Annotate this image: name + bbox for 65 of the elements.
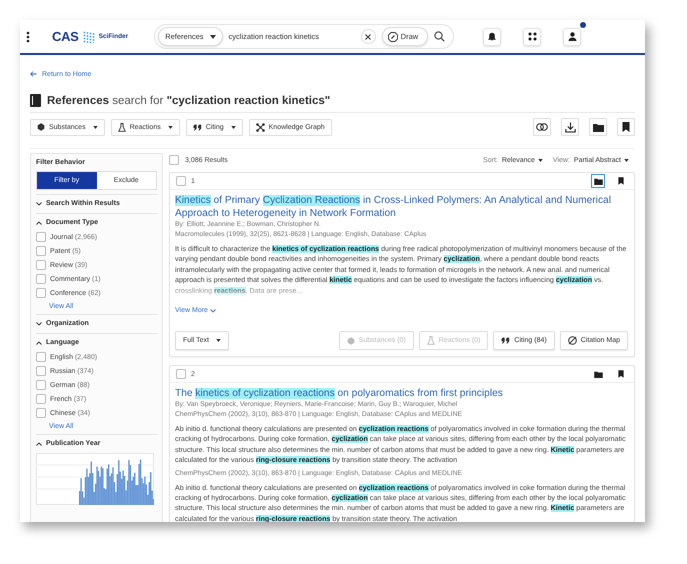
result-title-link[interactable]: Kinetics of Primary Cyclization Reactions in Cross-Linked Polymers: An Analytical and Numerical Approach to Heterogeneity in Network Formation — [175, 194, 628, 220]
chevron-icon — [36, 202, 42, 206]
download-button[interactable] — [561, 118, 579, 136]
hexagon-pencil-icon — [388, 32, 398, 42]
checkbox[interactable] — [36, 394, 46, 404]
bookmark-icon — [618, 370, 624, 378]
user-icon — [568, 32, 577, 41]
folder-button[interactable] — [591, 174, 605, 188]
book-icon — [30, 94, 41, 107]
result-checkbox[interactable] — [176, 176, 186, 186]
notification-dot-icon — [580, 22, 586, 28]
slashed-circle-icon — [568, 336, 577, 346]
hexagon-icon — [346, 336, 355, 345]
bookmark-icon — [622, 122, 630, 132]
page-title: References search for "cyclization reaction kinetics" — [47, 94, 330, 106]
logo[interactable]: CAS — [52, 29, 79, 44]
combine-button[interactable] — [533, 118, 551, 136]
chevron-icon — [210, 308, 216, 313]
arrow-left-icon — [30, 71, 37, 77]
checkbox[interactable] — [36, 408, 46, 418]
menu-icon[interactable] — [26, 30, 30, 42]
quote-icon — [501, 337, 510, 344]
clear-button[interactable] — [360, 29, 376, 44]
chevron-icon — [36, 340, 42, 344]
checkbox[interactable] — [36, 260, 46, 270]
flask-icon — [118, 122, 126, 132]
network-icon — [256, 122, 265, 132]
result-checkbox[interactable] — [176, 369, 186, 380]
bookmark-icon — [618, 177, 624, 185]
caret-icon — [624, 158, 629, 162]
caret-icon — [210, 34, 216, 38]
chevron-icon — [36, 322, 42, 326]
bookmark-button[interactable] — [617, 118, 635, 136]
apps-button[interactable] — [523, 28, 542, 46]
checkbox[interactable] — [36, 380, 46, 390]
checkbox[interactable] — [36, 246, 46, 256]
search-icon[interactable] — [434, 31, 446, 42]
caret-icon — [230, 126, 236, 128]
folder-icon — [592, 122, 604, 132]
hexagon-icon — [37, 123, 45, 131]
folder-icon — [594, 178, 602, 184]
select-all-checkbox[interactable] — [169, 155, 179, 165]
result-title-link[interactable]: The kinetics of cyclization reactions on polyaromatics from first principles — [175, 387, 628, 400]
checkbox[interactable] — [36, 352, 46, 362]
chevron-icon — [36, 220, 42, 224]
user-button[interactable] — [563, 28, 582, 46]
caret-icon — [168, 126, 173, 128]
quote-icon — [192, 124, 202, 130]
dot-cluster-icon — [82, 30, 95, 42]
flask-icon — [426, 336, 435, 346]
checkbox[interactable] — [36, 288, 46, 298]
checkbox[interactable] — [36, 274, 46, 284]
folder-icon — [594, 370, 602, 378]
apps-icon — [528, 32, 537, 41]
bell-icon — [488, 32, 496, 41]
download-icon — [564, 122, 576, 132]
overlapping-circles-icon — [536, 123, 548, 131]
chevron-icon — [36, 442, 42, 446]
caret-icon — [538, 158, 543, 162]
caret-icon — [92, 126, 98, 128]
notifications-button[interactable] — [483, 28, 502, 46]
close-icon — [365, 34, 372, 40]
checkbox[interactable] — [36, 366, 46, 376]
checkbox[interactable] — [36, 232, 46, 242]
caret-icon — [216, 339, 221, 342]
